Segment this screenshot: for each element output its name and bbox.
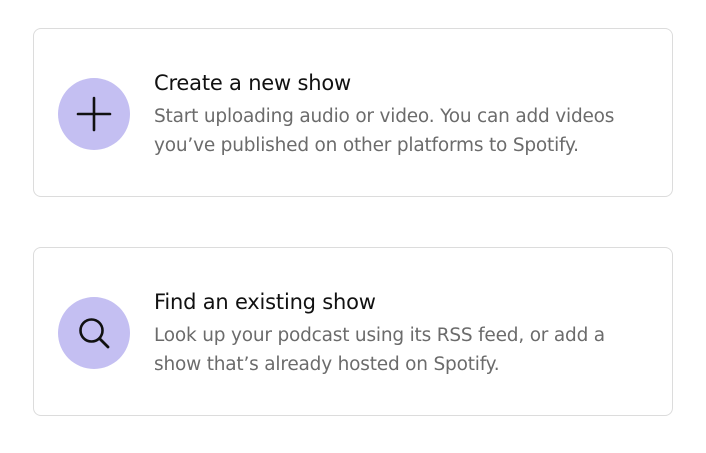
create-new-show-title: Create a new show: [154, 71, 351, 95]
search-icon: [58, 297, 130, 369]
create-new-show-description: Start uploading audio or video. You can …: [154, 106, 615, 156]
plus-icon: [58, 78, 130, 150]
find-existing-show-description: Look up your podcast using its RSS feed,…: [154, 325, 605, 375]
find-existing-show-title: Find an existing show: [154, 290, 376, 314]
create-new-show-text: Create a new show Start uploading audio …: [154, 69, 648, 160]
create-new-show-card[interactable]: Create a new show Start uploading audio …: [33, 28, 673, 197]
find-existing-show-card[interactable]: Find an existing show Look up your podca…: [33, 247, 673, 416]
find-existing-show-text: Find an existing show Look up your podca…: [154, 288, 648, 379]
